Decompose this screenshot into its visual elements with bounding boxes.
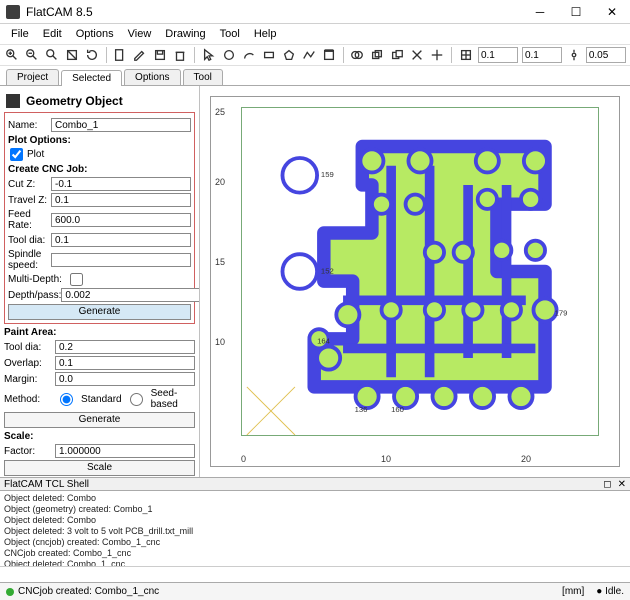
generate-cnc-button[interactable]: Generate xyxy=(8,304,191,320)
method-seed-radio[interactable] xyxy=(130,393,143,406)
move-icon[interactable] xyxy=(429,47,445,63)
scale-label: Scale: xyxy=(4,431,195,442)
shell-line: Object deleted: Combo xyxy=(4,493,626,504)
scale-button[interactable]: Scale xyxy=(4,460,195,476)
svg-text:136: 136 xyxy=(355,405,368,414)
zoom-in-icon[interactable] xyxy=(4,47,20,63)
svg-text:164: 164 xyxy=(317,337,331,346)
arc-icon[interactable] xyxy=(241,47,257,63)
name-label: Name: xyxy=(8,120,51,131)
svg-text:160: 160 xyxy=(391,405,404,414)
menu-tool[interactable]: Tool xyxy=(213,26,247,42)
travelz-input[interactable] xyxy=(51,193,191,207)
side-tabs: Project Selected Options Tool xyxy=(0,66,630,86)
polygon-icon[interactable] xyxy=(281,47,297,63)
plot-checkbox[interactable] xyxy=(10,148,23,161)
new-geometry-icon[interactable] xyxy=(113,47,129,63)
create-cnc-label: Create CNC Job: xyxy=(8,164,191,175)
paint-tooldia-input[interactable] xyxy=(55,340,195,354)
plot-canvas[interactable]: 25 20 15 10 0 10 20 xyxy=(200,86,630,477)
properties-panel: Geometry Object Name: Plot Options: Plot… xyxy=(0,86,200,477)
geometry-icon xyxy=(6,94,20,108)
grid-icon[interactable] xyxy=(458,47,474,63)
menu-edit[interactable]: Edit xyxy=(36,26,69,42)
minimize-button[interactable]: ─ xyxy=(522,0,558,24)
overlap-input[interactable] xyxy=(55,356,195,370)
margin-input[interactable] xyxy=(55,372,195,386)
status-dot-icon xyxy=(6,588,14,596)
select-icon[interactable] xyxy=(201,47,217,63)
spindle-input[interactable] xyxy=(51,253,191,267)
menu-file[interactable]: File xyxy=(4,26,36,42)
tab-project[interactable]: Project xyxy=(6,69,59,85)
grid-x-input[interactable] xyxy=(478,47,518,63)
shell-line: Object deleted: 3 volt to 5 volt PCB_dri… xyxy=(4,526,626,537)
save-geometry-icon[interactable] xyxy=(152,47,168,63)
name-input[interactable] xyxy=(51,118,191,132)
tab-tool[interactable]: Tool xyxy=(183,69,223,85)
svg-text:159: 159 xyxy=(321,170,334,179)
clear-plot-icon[interactable] xyxy=(64,47,80,63)
plot-label: Plot xyxy=(27,149,44,160)
tooldia-input[interactable] xyxy=(51,233,191,247)
cut-path-icon[interactable] xyxy=(409,47,425,63)
shell-output: Object deleted: ComboObject (geometry) c… xyxy=(0,491,630,566)
menu-help[interactable]: Help xyxy=(247,26,284,42)
depthpass-input[interactable] xyxy=(61,288,200,302)
shell-close-icon[interactable]: ✕ xyxy=(618,479,626,490)
shell-title: FlatCAM TCL Shell xyxy=(4,479,89,490)
delete-icon[interactable] xyxy=(172,47,188,63)
tab-options[interactable]: Options xyxy=(124,69,180,85)
plot-options-label: Plot Options: xyxy=(8,135,191,146)
pcb-view: 159 152 164 136 179 160 xyxy=(241,107,599,436)
status-message: CNCjob created: Combo_1_cnc xyxy=(18,586,159,597)
union-icon[interactable] xyxy=(350,47,366,63)
shell-input[interactable] xyxy=(0,567,630,582)
panel-title: Geometry Object xyxy=(26,94,123,108)
menu-view[interactable]: View xyxy=(121,26,159,42)
replot-icon[interactable] xyxy=(84,47,100,63)
status-idle: Idle. xyxy=(605,586,624,597)
zoom-fit-icon[interactable] xyxy=(44,47,60,63)
text-icon[interactable] xyxy=(321,47,337,63)
circle-icon[interactable] xyxy=(221,47,237,63)
window-title: FlatCAM 8.5 xyxy=(26,5,522,19)
svg-text:179: 179 xyxy=(555,309,568,318)
menu-options[interactable]: Options xyxy=(69,26,121,42)
app-icon xyxy=(6,5,20,19)
shell-line: Object (cncjob) created: Combo_1_cnc xyxy=(4,537,626,548)
method-standard-radio[interactable] xyxy=(60,393,73,406)
shell-line: Object deleted: Combo_1_cnc xyxy=(4,559,626,566)
zoom-out-icon[interactable] xyxy=(24,47,40,63)
maximize-button[interactable]: ☐ xyxy=(558,0,594,24)
menu-drawing[interactable]: Drawing xyxy=(158,26,212,42)
feedrate-input[interactable] xyxy=(51,213,191,227)
generate-paint-button[interactable]: Generate xyxy=(4,412,195,428)
toolbar xyxy=(0,44,630,66)
svg-text:152: 152 xyxy=(321,266,334,275)
tab-selected[interactable]: Selected xyxy=(61,70,122,86)
shell-line: Object (geometry) created: Combo_1 xyxy=(4,504,626,515)
status-units: [mm] xyxy=(562,586,584,597)
shell-line: Object deleted: Combo xyxy=(4,515,626,526)
paint-area-label: Paint Area: xyxy=(4,327,195,338)
path-icon[interactable] xyxy=(301,47,317,63)
factor-input[interactable] xyxy=(55,444,195,458)
grid-y-input[interactable] xyxy=(522,47,562,63)
snap-icon[interactable] xyxy=(566,47,582,63)
snap-dist-input[interactable] xyxy=(586,47,626,63)
menubar: File Edit Options View Drawing Tool Help xyxy=(0,24,630,44)
cutz-input[interactable] xyxy=(51,177,191,191)
close-button[interactable]: ✕ xyxy=(594,0,630,24)
shell-line: CNCjob created: Combo_1_cnc xyxy=(4,548,626,559)
rectangle-icon[interactable] xyxy=(261,47,277,63)
shell-undock-icon[interactable]: ◻ xyxy=(603,479,611,490)
multidepth-checkbox[interactable] xyxy=(70,273,83,286)
intersection-icon[interactable] xyxy=(369,47,385,63)
subtract-icon[interactable] xyxy=(389,47,405,63)
edit-geometry-icon[interactable] xyxy=(132,47,148,63)
